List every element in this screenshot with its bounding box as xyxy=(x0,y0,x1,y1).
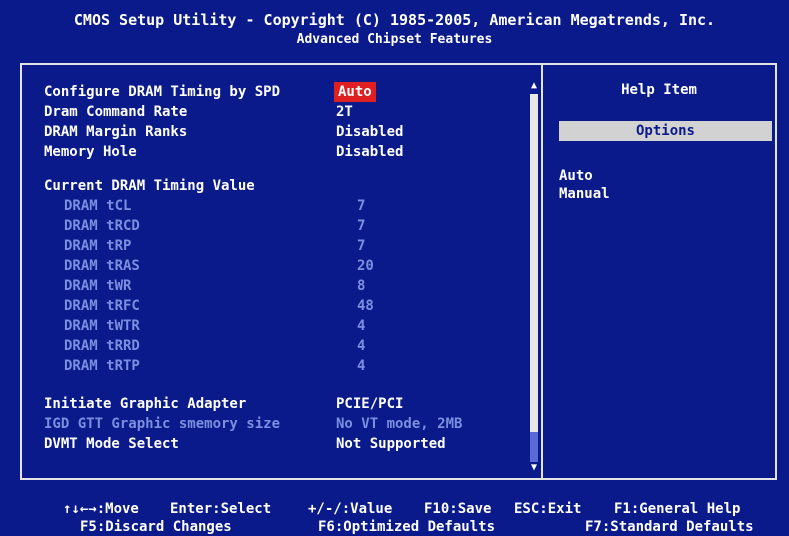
timing-value: 7 xyxy=(357,198,366,214)
help-option-manual: Manual xyxy=(559,186,610,202)
timing-row: DRAM tWR 8 xyxy=(44,276,534,296)
setting-dvmt-mode-select[interactable]: DVMT Mode Select Not Supported xyxy=(44,434,534,454)
timing-row: DRAM tRFC 48 xyxy=(44,296,534,316)
timing-label: DRAM tRAS xyxy=(64,258,140,274)
key-hint-optimized: F6:Optimized Defaults xyxy=(318,519,496,535)
panel-divider xyxy=(541,63,543,480)
key-hint-value: +/-/:Value xyxy=(308,501,393,517)
timing-row: DRAM tWTR 4 xyxy=(44,316,534,336)
key-hint-general-help: F1:General Help xyxy=(614,501,741,517)
settings-menu: Configure DRAM Timing by SPD Auto Dram C… xyxy=(44,82,534,454)
timing-value: 4 xyxy=(357,318,366,334)
setting-value[interactable]: Not Supported xyxy=(336,434,446,454)
key-hint-move: ↑↓←→:Move xyxy=(63,501,139,517)
timing-value: 4 xyxy=(357,358,366,374)
timing-label: DRAM tWR xyxy=(64,278,132,294)
timing-row: DRAM tRP 7 xyxy=(44,236,534,256)
utility-title: CMOS Setup Utility - Copyright (C) 1985-… xyxy=(73,11,716,29)
timing-row: DRAM tRRD 4 xyxy=(44,336,534,356)
timing-label: DRAM tRTP xyxy=(64,358,140,374)
setting-configure-dram-timing[interactable]: Configure DRAM Timing by SPD Auto xyxy=(44,82,534,102)
scroll-track[interactable] xyxy=(530,94,538,462)
scroll-thumb[interactable] xyxy=(530,432,538,462)
timing-label: DRAM tRCD xyxy=(64,218,140,234)
setting-igd-gtt-size: IGD GTT Graphic smemory size No VT mode,… xyxy=(44,414,534,434)
setting-label: DVMT Mode Select xyxy=(44,436,179,452)
setting-dram-margin-ranks[interactable]: DRAM Margin Ranks Disabled xyxy=(44,122,534,142)
timing-value: 7 xyxy=(357,238,366,254)
scroll-up-arrow-icon[interactable]: ▲ xyxy=(528,80,540,92)
scroll-down-arrow-icon[interactable]: ▼ xyxy=(528,462,540,474)
help-panel-title: Help Item xyxy=(621,82,697,98)
timing-label: DRAM tWTR xyxy=(64,318,140,334)
bios-screen: CMOS Setup Utility - Copyright (C) 1985-… xyxy=(0,0,789,536)
key-hint-standard: F7:Standard Defaults xyxy=(585,519,754,535)
setting-value[interactable]: Disabled xyxy=(336,142,403,162)
setting-value-selected[interactable]: Auto xyxy=(334,82,376,102)
timing-label: DRAM tRRD xyxy=(64,338,140,354)
setting-label: Memory Hole xyxy=(44,144,137,160)
timing-row: DRAM tRCD 7 xyxy=(44,216,534,236)
timing-label: DRAM tRP xyxy=(64,238,132,254)
setting-initiate-graphic-adapter[interactable]: Initiate Graphic Adapter PCIE/PCI xyxy=(44,394,534,414)
setting-value[interactable]: Disabled xyxy=(336,122,403,142)
section-header-current-timing: Current DRAM Timing Value xyxy=(44,176,534,196)
timing-value: 7 xyxy=(357,218,366,234)
page-title: Advanced Chipset Features xyxy=(296,32,493,47)
help-options-header: Options xyxy=(559,121,772,141)
setting-value: No VT mode, 2MB xyxy=(336,416,463,432)
timing-value: 4 xyxy=(357,338,366,354)
help-option-auto: Auto xyxy=(559,168,593,184)
timing-label: DRAM tCL xyxy=(64,198,132,214)
timing-row: DRAM tRAS 20 xyxy=(44,256,534,276)
timing-row: DRAM tRTP 4 xyxy=(44,356,534,376)
setting-label: DRAM Margin Ranks xyxy=(44,124,188,140)
setting-label: Initiate Graphic Adapter xyxy=(44,396,247,412)
key-hint-discard: F5:Discard Changes xyxy=(80,519,232,535)
timing-value: 20 xyxy=(357,258,374,274)
section-label: Current DRAM Timing Value xyxy=(44,178,255,194)
key-hint-save: F10:Save xyxy=(424,501,492,517)
header: CMOS Setup Utility - Copyright (C) 1985-… xyxy=(0,10,789,58)
setting-label: Dram Command Rate xyxy=(44,104,188,120)
setting-value[interactable]: PCIE/PCI xyxy=(336,394,403,414)
key-hint-exit: ESC:Exit xyxy=(514,501,582,517)
timing-value: 48 xyxy=(357,298,374,314)
timing-row: DRAM tCL 7 xyxy=(44,196,534,216)
setting-memory-hole[interactable]: Memory Hole Disabled xyxy=(44,142,534,162)
setting-dram-command-rate[interactable]: Dram Command Rate 2T xyxy=(44,102,534,122)
setting-value[interactable]: 2T xyxy=(336,102,353,122)
scrollbar[interactable]: ▲ ▼ xyxy=(528,80,540,476)
timing-label: DRAM tRFC xyxy=(64,298,140,314)
setting-label: Configure DRAM Timing by SPD xyxy=(44,84,281,100)
setting-label: IGD GTT Graphic smemory size xyxy=(44,416,281,432)
key-hint-select: Enter:Select xyxy=(170,501,272,517)
timing-value: 8 xyxy=(357,278,366,294)
